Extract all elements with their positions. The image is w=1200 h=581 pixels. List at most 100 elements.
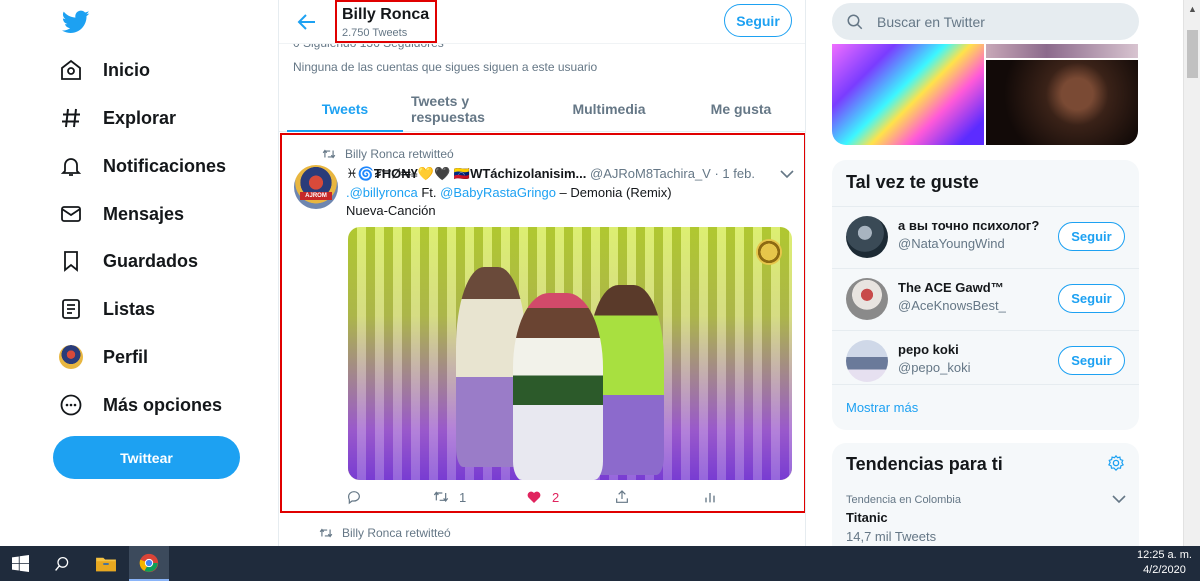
next-retweeted-by-label: Billy Ronca retwitteó: [342, 526, 451, 540]
tweet-text-line2: Nueva-Canción: [346, 203, 436, 218]
nav-lists[interactable]: Listas: [58, 289, 155, 329]
nav-more[interactable]: Más opciones: [58, 385, 222, 425]
avatar[interactable]: [846, 340, 888, 382]
nav-explore[interactable]: Explorar: [58, 98, 176, 138]
scrollbar[interactable]: ▲: [1183, 0, 1200, 546]
analytics-icon: [705, 493, 715, 503]
search-icon: [847, 14, 863, 29]
author-avatar[interactable]: AJROM: [294, 165, 338, 209]
suggestion-item[interactable]: The ACE Gawd™ @AceKnowsBest_ Seguir: [832, 268, 1139, 330]
mention-babyrastagringo[interactable]: @BabyRastaGringo: [440, 185, 556, 200]
tweet-button[interactable]: Twittear: [53, 436, 240, 479]
nav-explore-label: Explorar: [103, 107, 177, 128]
media-thumbnail[interactable]: [986, 60, 1138, 145]
tweet-media-image[interactable]: [348, 227, 792, 480]
retweeted-by-label: Billy Ronca retwitteó: [345, 147, 454, 161]
gear-icon[interactable]: [1107, 454, 1125, 472]
media-thumbnail[interactable]: [832, 44, 984, 145]
media-thumbnail[interactable]: [986, 44, 1138, 58]
profile-avatar: [58, 344, 84, 370]
start-button[interactable]: [0, 546, 40, 581]
avatar[interactable]: [846, 278, 888, 320]
nav-profile[interactable]: Perfil: [58, 337, 148, 377]
bookmark-icon: [58, 248, 84, 274]
who-to-follow-card: Tal vez te guste а вы точно психолог? @N…: [832, 160, 1139, 430]
more-icon: [58, 392, 84, 418]
heart-icon: [527, 491, 541, 503]
suggestion-follow-button[interactable]: Seguir: [1058, 346, 1125, 375]
retweet-count: 1: [459, 489, 467, 505]
chevron-down-icon[interactable]: [780, 169, 794, 179]
followers-you-know-note: Ninguna de las cuentas que sigues siguen…: [293, 60, 598, 74]
nav-bookmarks[interactable]: Guardados: [58, 241, 198, 281]
reply-button[interactable]: [346, 489, 362, 505]
share-button[interactable]: [614, 489, 630, 505]
nav-home[interactable]: Inicio: [58, 50, 150, 90]
suggestion-follow-button[interactable]: Seguir: [1058, 284, 1125, 313]
retweet-icon: [322, 149, 336, 159]
file-explorer-button[interactable]: [86, 546, 126, 581]
left-sidebar: Inicio Explorar Notificaciones Mensajes …: [0, 0, 277, 546]
clock-date: 4/2/2020: [1143, 564, 1186, 576]
search-box[interactable]: Buscar en Twitter: [832, 3, 1139, 40]
system-clock[interactable]: 12:25 a. m. 4/2/2020: [1137, 548, 1192, 578]
reply-icon: [347, 491, 360, 505]
suggestion-item[interactable]: а вы точно психолог? @NataYoungWind Segu…: [832, 206, 1139, 268]
author-display-name[interactable]: ♓🌀₮ĦØ₦¥💛🖤 🇻🇪WTáchizolanisim...: [346, 166, 586, 181]
taskbar-search-button[interactable]: [42, 546, 82, 581]
author-handle[interactable]: @AJRoM8Tachira_V: [590, 166, 711, 181]
show-more-row: Mostrar más: [832, 384, 1139, 430]
mention-billyronca[interactable]: .@billyronca: [346, 185, 418, 200]
follow-button[interactable]: Seguir: [724, 4, 792, 37]
suggestion-name[interactable]: а вы точно психолог?: [898, 218, 1039, 233]
suggestion-name[interactable]: The ACE Gawd™: [898, 280, 1004, 295]
tab-tweets[interactable]: Tweets: [279, 87, 411, 132]
tab-tweets-and-replies[interactable]: Tweets y respuestas: [411, 87, 543, 131]
clock-time: 12:25 a. m.: [1136, 549, 1192, 561]
nav-messages-label: Mensajes: [103, 203, 185, 224]
profile-tabs: Tweets Tweets y respuestas Multimedia Me…: [279, 87, 805, 132]
nav-messages[interactable]: Mensajes: [58, 194, 184, 234]
like-button[interactable]: 2: [526, 489, 559, 505]
app-window: Inicio Explorar Notificaciones Mensajes …: [0, 0, 1200, 546]
trend-name[interactable]: Titanic: [846, 510, 888, 525]
search-input[interactable]: Buscar en Twitter: [877, 14, 985, 30]
retweet-context: Billy Ronca retwitteó: [322, 147, 454, 161]
suggestion-handle: @AceKnowsBest_: [898, 298, 1006, 313]
tweet-card-highlight[interactable]: Billy Ronca retwitteó AJROM ♓🌀₮ĦØ₦¥💛🖤 🇻🇪…: [280, 133, 805, 513]
tweet-text-end: – Demonia (Remix): [555, 185, 672, 200]
right-sidebar: Buscar en Twitter Tal vez te guste а вы …: [832, 0, 1140, 546]
home-icon: [58, 57, 84, 83]
scrollbar-thumb[interactable]: [1187, 30, 1198, 78]
tweet-date[interactable]: · 1 feb.: [714, 166, 754, 181]
trend-context: Tendencia en Colombia: [846, 494, 961, 506]
chrome-taskbar-button[interactable]: [129, 546, 169, 581]
profile-header-bar: Billy Ronca 2.750 Tweets Seguir: [279, 0, 805, 44]
scroll-up-arrow-icon[interactable]: ▲: [1184, 0, 1200, 17]
tab-likes[interactable]: Me gusta: [675, 87, 805, 131]
suggestion-item[interactable]: pepo koki @pepo_koki Seguir: [832, 330, 1139, 392]
profile-name-highlight: Billy Ronca 2.750 Tweets: [335, 0, 437, 43]
back-arrow-icon[interactable]: [295, 10, 319, 34]
twitter-logo-icon[interactable]: [61, 8, 90, 36]
chevron-down-icon[interactable]: [1112, 494, 1126, 504]
author-line: ♓🌀₮ĦØ₦¥💛🖤 🇻🇪WTáchizolanisim... @AJRoM8Ta…: [346, 166, 766, 182]
suggestion-handle: @pepo_koki: [898, 360, 971, 375]
retweet-icon: [319, 528, 333, 538]
folder-icon: [96, 557, 116, 571]
tab-media[interactable]: Multimedia: [543, 87, 675, 131]
analytics-button[interactable]: [702, 489, 718, 505]
media-figure-center: [513, 293, 603, 480]
nav-notifications[interactable]: Notificaciones: [58, 146, 226, 186]
who-to-follow-title: Tal vez te guste: [846, 172, 979, 192]
suggestion-name[interactable]: pepo koki: [898, 342, 959, 357]
tweet-text-line1: .@billyronca Ft. @BabyRastaGringo – Demo…: [346, 185, 672, 200]
nav-notifications-label: Notificaciones: [103, 155, 227, 176]
show-more-link[interactable]: Mostrar más: [846, 400, 918, 415]
nav-home-label: Inicio: [103, 59, 151, 80]
nav-profile-label: Perfil: [103, 346, 149, 367]
suggestion-follow-button[interactable]: Seguir: [1058, 222, 1125, 251]
avatar[interactable]: [846, 216, 888, 258]
next-retweet-context: Billy Ronca retwitteó: [319, 526, 451, 540]
retweet-button[interactable]: 1: [433, 489, 466, 505]
